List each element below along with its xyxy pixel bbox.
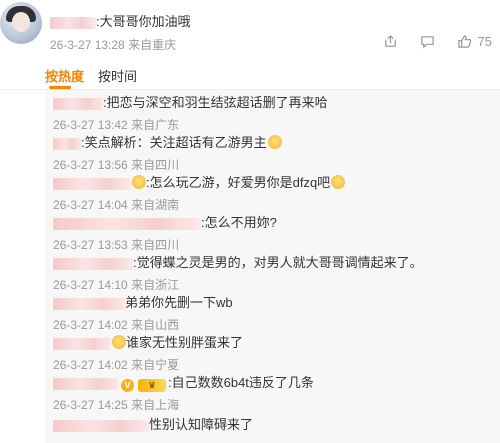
avatar[interactable] xyxy=(0,2,42,44)
tab-time[interactable]: 按时间 xyxy=(98,66,137,85)
comment-location: 来自重庆 xyxy=(128,38,177,52)
reply-location: 来自宁夏 xyxy=(131,358,180,372)
reply-list: :把恋与深空和羽生结弦超话删了再来哈 26-3-27 13:42 来自广东 :笑… xyxy=(45,90,500,443)
blurred-username[interactable] xyxy=(53,177,131,190)
comment-line: :大哥哥你加油哦 xyxy=(50,11,191,30)
blurred-username[interactable] xyxy=(53,257,133,270)
list-item: 谁家无性别胖蛋来了 26-3-27 14:02 来自宁夏 xyxy=(53,334,243,373)
list-item: :怎么不用妳? 26-3-27 13:53 来自四川 xyxy=(53,214,277,253)
blurred-username[interactable] xyxy=(53,337,111,350)
reply-text: :笑点解析：关注超话有乙游男主 xyxy=(81,135,267,150)
reply-text: 谁家无性别胖蛋来了 xyxy=(126,335,244,350)
list-item: 性别认知障碍来了 xyxy=(53,416,253,434)
sort-tabs: 按热度 按时间 xyxy=(0,66,500,89)
share-button[interactable] xyxy=(383,34,398,49)
blurred-username[interactable] xyxy=(53,377,119,390)
like-count: 75 xyxy=(477,34,492,49)
blurred-username[interactable] xyxy=(50,16,96,29)
top-comment: :大哥哥你加油哦 26-3-27 13:28 来自重庆 75 xyxy=(0,0,500,60)
reply-location: 来自四川 xyxy=(131,238,180,252)
reply-time: 26-3-27 14:04 xyxy=(53,198,128,212)
comment-time: 26-3-27 13:28 xyxy=(50,38,125,52)
reply-text: 弟弟你先删一下wb xyxy=(125,295,233,310)
reply-text: :怎么玩乙游，好爱男你是dfzq吧 xyxy=(146,175,331,190)
reply-location: 来自山西 xyxy=(131,318,180,332)
list-item: V ♛:自己数数6b4t违反了几条 26-3-27 14:25 来自上海 xyxy=(53,374,314,413)
list-item: :怎么玩乙游，好爱男你是dfzq吧 26-3-27 14:04 来自湖南 xyxy=(53,174,346,213)
comment-icon xyxy=(420,36,434,49)
fan-crown-badge-icon: ♛ xyxy=(138,379,166,392)
reply-time: 26-3-27 14:10 xyxy=(53,278,128,292)
reply-location: 来自浙江 xyxy=(131,278,180,292)
blurred-username[interactable] xyxy=(53,419,149,432)
reply-location: 来自湖南 xyxy=(131,198,180,212)
reply-text: :把恋与深空和羽生结弦超话删了再来哈 xyxy=(103,95,328,110)
list-item: :笑点解析：关注超话有乙游男主 26-3-27 13:56 来自四川 xyxy=(53,134,282,173)
laugh-emoji-icon xyxy=(267,135,282,149)
list-item: :把恋与深空和羽生结弦超话删了再来哈 26-3-27 13:42 来自广东 xyxy=(53,94,328,133)
comment-text: :大哥哥你加油哦 xyxy=(96,14,191,29)
reply-text: 性别认知障碍来了 xyxy=(149,417,254,432)
user-emoji-icon xyxy=(112,335,126,349)
blurred-username[interactable] xyxy=(53,217,201,230)
list-item: 弟弟你先删一下wb 26-3-27 14:02 来自山西 xyxy=(53,294,233,333)
blurred-username[interactable] xyxy=(53,297,125,310)
reply-location: 来自上海 xyxy=(131,398,180,412)
reply-text: :觉得蝶之灵是男的，对男人就大哥哥调情起来了。 xyxy=(133,255,423,270)
share-icon xyxy=(384,35,396,47)
reply-time: 26-3-27 14:02 xyxy=(53,318,128,332)
blurred-username[interactable] xyxy=(53,97,103,110)
blurred-username[interactable] xyxy=(53,137,81,150)
list-item: :觉得蝶之灵是男的，对男人就大哥哥调情起来了。 26-3-27 14:10 来自… xyxy=(53,254,423,293)
reply-location: 来自广东 xyxy=(131,118,180,132)
reply-button[interactable] xyxy=(420,34,435,49)
reply-location: 来自四川 xyxy=(131,158,180,172)
reply-time: 26-3-27 13:53 xyxy=(53,238,128,252)
reply-time: 26-3-27 13:56 xyxy=(53,158,128,172)
comment-actions: 75 xyxy=(383,34,492,49)
shocked-emoji-icon xyxy=(331,175,346,189)
reply-time: 26-3-27 14:25 xyxy=(53,398,128,412)
reply-text: :怎么不用妳? xyxy=(201,215,277,230)
tab-hot[interactable]: 按热度 xyxy=(45,66,84,85)
user-emoji-icon xyxy=(132,175,146,189)
verified-badge-icon: V xyxy=(121,379,134,392)
comment-meta: 26-3-27 13:28 来自重庆 xyxy=(50,36,176,53)
reply-time: 26-3-27 13:42 xyxy=(53,118,128,132)
reply-text: :自己数数6b4t违反了几条 xyxy=(168,375,314,390)
thumbs-up-icon xyxy=(457,35,471,48)
like-button[interactable]: 75 xyxy=(457,34,492,49)
reply-time: 26-3-27 14:02 xyxy=(53,358,128,372)
